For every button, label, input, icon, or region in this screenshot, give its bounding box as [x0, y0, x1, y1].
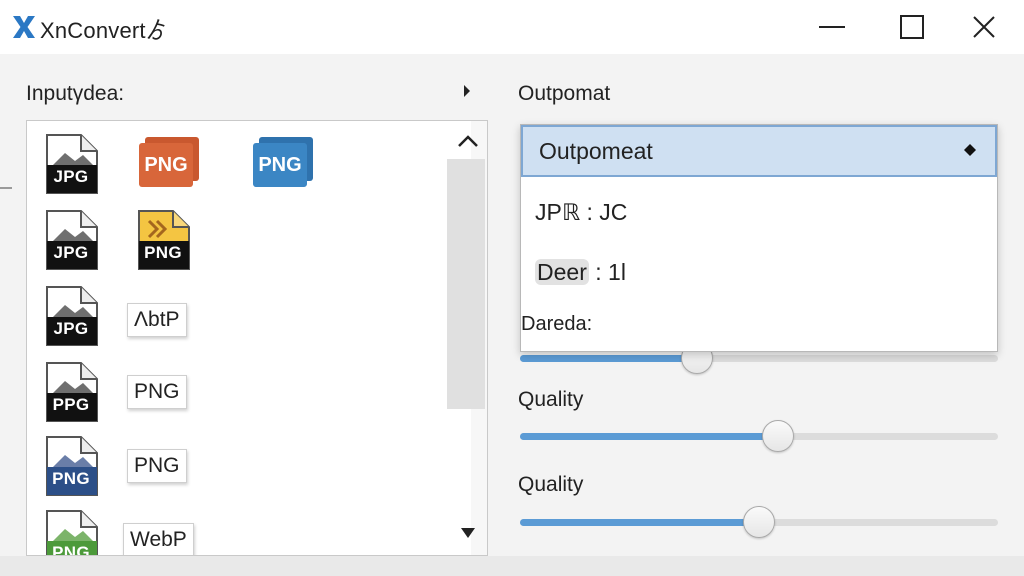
- dropdown-trailing-label: Dareda:: [521, 313, 593, 335]
- png-file-icon: PNG: [135, 135, 199, 197]
- file-type-label: JPG: [53, 243, 89, 262]
- dropdown-option-rest: : 1l: [588, 259, 626, 285]
- ppg-file-icon: PPG: [43, 361, 99, 423]
- quality-label: Quality: [518, 473, 584, 496]
- file-item-abtp[interactable]: ΛbtP: [127, 303, 187, 337]
- minimize-icon: [819, 26, 845, 28]
- xnconvert-logo-icon: [13, 16, 35, 38]
- jpg-file-icon: JPG: [43, 285, 99, 347]
- output-panel-label: Outpomat: [518, 82, 611, 105]
- png-file-icon: PNG: [43, 509, 99, 556]
- slider-fill: [520, 355, 697, 362]
- jpg-file-icon: JPG: [43, 133, 99, 195]
- window-bottom-edge: [0, 556, 1024, 576]
- slider-fill: [520, 519, 759, 526]
- slider-thumb[interactable]: [743, 506, 775, 538]
- close-button[interactable]: [952, 0, 1016, 54]
- file-type-label: PPG: [52, 395, 90, 414]
- file-type-label: PNG: [52, 543, 90, 556]
- window-title-suffix: ゟ: [145, 18, 168, 43]
- dropdown-selected[interactable]: Outpomeat: [521, 125, 997, 177]
- file-item-png[interactable]: PNG: [127, 375, 187, 409]
- png-file-icon: PNG: [249, 135, 313, 197]
- quality-label: Quality: [518, 388, 584, 411]
- file-type-label: JPG: [53, 167, 89, 186]
- quality-slider[interactable]: [520, 420, 998, 452]
- dropdown-selected-label: Outpomeat: [539, 137, 653, 164]
- dropdown-option[interactable]: JPℝ : JC: [535, 199, 627, 226]
- minimize-button[interactable]: [800, 0, 864, 54]
- file-type-label: PNG: [144, 243, 182, 262]
- file-item-png[interactable]: PNG: [127, 449, 187, 483]
- dropdown-option-highlight: Deer: [535, 259, 589, 285]
- input-panel-label: Inputγdea:: [26, 82, 125, 105]
- file-type-label: PNG: [52, 469, 90, 488]
- input-file-list[interactable]: JPG PNG PNG JPG PNG JPG ΛbtP PPG PNG PNG…: [26, 120, 488, 556]
- file-item-webp[interactable]: WebP: [123, 523, 194, 555]
- quality-slider[interactable]: [520, 506, 998, 538]
- png-file-icon: PNG: [43, 435, 99, 497]
- scrollbar-thumb[interactable]: [447, 159, 485, 409]
- jpg-file-icon: JPG: [43, 209, 99, 271]
- slider-thumb[interactable]: [762, 420, 794, 452]
- window-edge-marker: [0, 187, 12, 189]
- maximize-button[interactable]: [880, 0, 944, 54]
- triangle-right-icon[interactable]: [462, 84, 472, 98]
- file-type-label: JPG: [53, 319, 89, 338]
- slider-fill: [520, 433, 778, 440]
- chevron-down-icon[interactable]: [456, 523, 480, 543]
- diamond-caret-icon[interactable]: [963, 143, 977, 157]
- title-bar: XnConvertゟ: [0, 0, 1024, 54]
- file-type-label: PNG: [253, 143, 307, 187]
- window-title: XnConvert: [40, 18, 146, 43]
- close-icon: [973, 16, 995, 38]
- png-file-icon: PNG: [135, 209, 191, 271]
- file-type-label: PNG: [139, 143, 193, 187]
- output-format-dropdown[interactable]: Outpomeat JPℝ : JC Deer : 1l Dareda:: [520, 124, 998, 352]
- maximize-icon: [900, 15, 924, 39]
- chevron-up-icon[interactable]: [456, 131, 480, 151]
- dropdown-option[interactable]: Deer : 1l: [535, 259, 626, 286]
